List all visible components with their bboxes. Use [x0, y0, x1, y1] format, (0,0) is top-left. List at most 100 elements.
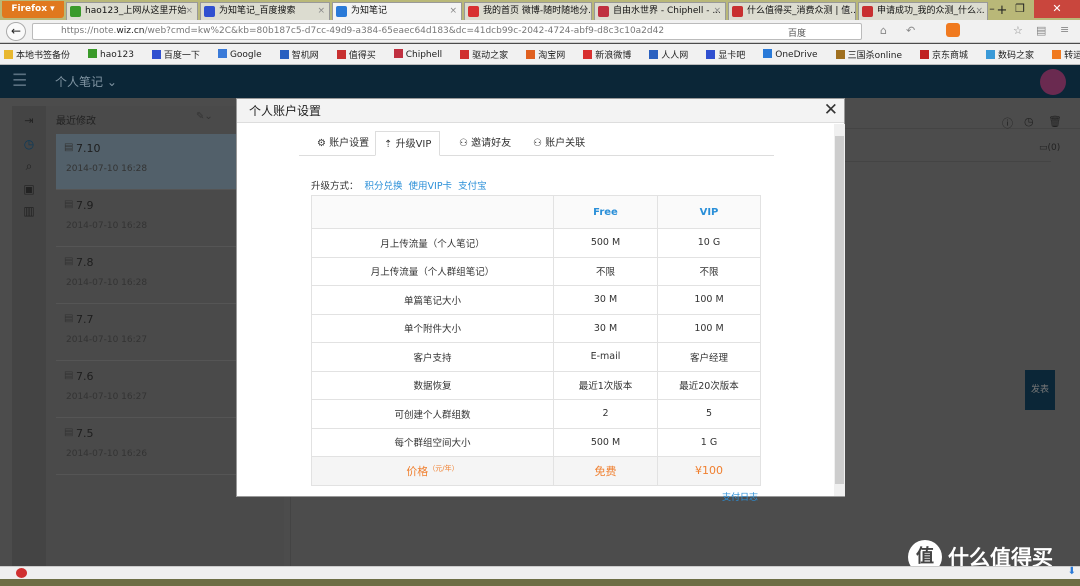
url-prefix: https://note.	[61, 26, 117, 36]
bookmark-icon	[583, 49, 593, 59]
modal-scrollbar[interactable]	[834, 124, 845, 496]
table-cell: 5	[657, 399, 761, 429]
url-input[interactable]: https://note.wiz.cn/web?cmd=kw%2C&kb=80b…	[32, 23, 862, 40]
bookmark-icon	[763, 48, 773, 58]
menu-icon[interactable]: ≡	[1060, 23, 1069, 36]
table-cell: 客户支持	[311, 342, 554, 372]
points-exchange-link[interactable]: 积分兑换	[365, 181, 403, 192]
navigation-bar: ← https://note.wiz.cn/web?cmd=kw%2C&kb=8…	[0, 20, 1080, 43]
bookmark-item[interactable]: 数码之家	[986, 48, 1043, 61]
upgrade-methods: 升级方式： 积分兑换 使用VIP卡 支付宝	[311, 178, 487, 192]
close-tab-icon[interactable]: ×	[713, 3, 721, 19]
table-cell: 客户经理	[657, 342, 761, 372]
bookmark-item[interactable]: 转运中国	[1052, 48, 1080, 61]
bookmark-item[interactable]: 显卡吧	[706, 48, 754, 61]
price-row: 价格（元/年） 免费 ¥100	[311, 456, 761, 486]
bookmark-item[interactable]: 京东商城	[920, 48, 977, 61]
bookmark-item[interactable]: Chiphell	[393, 48, 451, 60]
note-date: 2014-07-10 16:27	[66, 335, 148, 345]
browser-tab[interactable]: 自由水世界 - Chiphell - ... ×	[594, 2, 726, 20]
comments-count[interactable]: ▭(0)	[1039, 143, 1060, 153]
send-button[interactable]: 发表	[1025, 370, 1055, 410]
browser-tab[interactable]: 申请成功_我的众测_什么... ×	[858, 2, 988, 20]
note-title: 7.6	[76, 370, 94, 383]
addon-icon[interactable]	[946, 23, 960, 37]
bookmark-item[interactable]: 三国杀online	[835, 48, 911, 61]
history-icon[interactable]: ◷	[1024, 115, 1034, 128]
download-icon[interactable]: ⬇	[1068, 566, 1076, 577]
close-tab-icon[interactable]: ×	[843, 3, 851, 19]
table-cell: 单个附件大小	[311, 313, 554, 343]
hamburger-menu-icon[interactable]: ☰	[12, 71, 27, 91]
close-window-icon[interactable]: ✕	[1034, 0, 1080, 18]
browser-tab[interactable]: 我的首页 微博-随时随地分... ×	[464, 2, 592, 20]
search-icon[interactable]: ⌕	[12, 159, 46, 174]
bookmark-item[interactable]: 人人网	[649, 48, 697, 61]
bookmark-item[interactable]: 新浪微博	[583, 48, 640, 61]
close-tab-icon[interactable]: ×	[185, 3, 193, 19]
bookmark-item[interactable]: 驱动之家	[460, 48, 517, 61]
browser-tab[interactable]: 什么值得买_消费众测 | 值... ×	[728, 2, 856, 20]
edit-icon[interactable]: ✎⌄	[196, 111, 213, 122]
bookmark-icon	[649, 49, 659, 59]
bookmarks-list-icon[interactable]: ▤	[1036, 24, 1046, 37]
bookmark-item[interactable]: 百度一下	[151, 48, 209, 61]
bookmark-icon	[706, 49, 716, 59]
home-icon[interactable]: ⌂	[880, 24, 887, 37]
header-free: Free	[553, 195, 658, 229]
notebooks-icon[interactable]: ▥	[12, 204, 46, 218]
trash-icon[interactable]: 🗑	[1048, 115, 1062, 128]
note-icon: ▤	[64, 427, 74, 438]
upgrade-icon: ⇡	[384, 139, 393, 150]
browser-tab[interactable]: hao123_上网从这里开始 ×	[66, 2, 198, 20]
close-icon[interactable]: ✕	[824, 100, 838, 120]
bookmark-label: hao123	[100, 49, 134, 60]
close-tab-icon[interactable]: ×	[579, 3, 587, 19]
notes-icon[interactable]: ▣	[12, 182, 46, 196]
bookmark-item[interactable]: Google	[217, 48, 271, 60]
tab-favicon-icon	[336, 6, 347, 17]
bookmark-star-icon[interactable]: ☆	[1013, 24, 1023, 37]
tab-title: 我的首页 微博-随时随地分...	[483, 6, 592, 16]
back-button[interactable]: ←	[6, 22, 26, 41]
notebook-selector[interactable]: 个人笔记 ⌄	[55, 73, 117, 90]
tab-account-settings[interactable]: ⚙ 账户设置	[317, 131, 369, 156]
bookmark-item[interactable]: 本地书签备份	[4, 48, 79, 61]
firefox-menu-button[interactable]: Firefox ▾	[2, 1, 64, 18]
upgrade-label: 升级方式：	[311, 181, 359, 192]
tab-upgrade-vip[interactable]: ⇡ 升级VIP	[375, 131, 441, 156]
browser-tab[interactable]: 为知笔记 ×	[332, 2, 462, 20]
bookmark-item[interactable]: 值得买	[336, 48, 385, 61]
maximize-icon[interactable]: ❐	[1006, 0, 1034, 18]
scrollbar-thumb[interactable]	[835, 136, 844, 484]
recent-clock-icon[interactable]: ◷	[12, 137, 46, 151]
bookmark-icon	[4, 49, 13, 59]
bookmark-item[interactable]: hao123	[88, 48, 143, 60]
close-tab-icon[interactable]: ×	[317, 3, 325, 19]
tab-invite-friends[interactable]: ⚇ 邀请好友	[459, 131, 511, 156]
info-icon[interactable]: ⓘ	[1002, 115, 1013, 131]
note-date: 2014-07-10 16:26	[66, 449, 148, 459]
tab-title: 自由水世界 - Chiphell - ...	[613, 6, 721, 16]
vip-card-link[interactable]: 使用VIP卡	[409, 181, 453, 192]
minimize-icon[interactable]: –	[978, 0, 1006, 18]
pay-log-link[interactable]: 支付日志	[722, 490, 758, 503]
bookmark-item[interactable]: OneDrive	[763, 48, 826, 60]
avatar[interactable]	[1040, 69, 1066, 95]
tab-account-link[interactable]: ⚇ 账户关联	[533, 131, 585, 156]
note-title: 7.5	[76, 427, 94, 440]
alipay-link[interactable]: 支付宝	[458, 181, 487, 192]
bookmark-item[interactable]: 智机网	[279, 48, 328, 61]
tab-label: 升级VIP	[395, 139, 432, 150]
table-cell: 1 G	[657, 427, 761, 457]
note-icon: ▤	[64, 313, 74, 324]
close-tab-icon[interactable]: ×	[449, 3, 457, 19]
undo-icon[interactable]: ↶	[906, 24, 915, 37]
bookmark-item[interactable]: 淘宝网	[526, 48, 574, 61]
collapse-icon[interactable]: ⇥	[12, 114, 46, 127]
search-engine-label[interactable]: 百度	[788, 26, 806, 39]
adblock-icon[interactable]	[16, 568, 27, 578]
browser-tab[interactable]: 为知笔记_百度搜索 ×	[200, 2, 330, 20]
bookmark-label: 京东商城	[932, 50, 969, 61]
table-cell: 500 M	[553, 427, 658, 457]
